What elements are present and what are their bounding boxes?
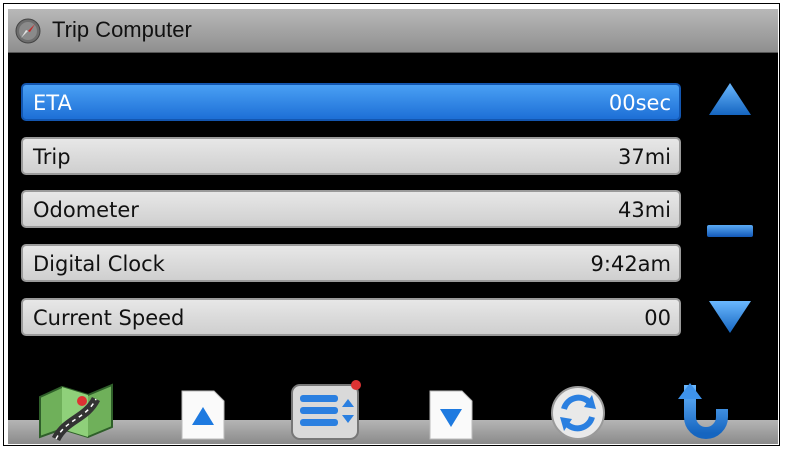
row-value: 9:42am [590, 252, 671, 276]
bottom-toolbar [8, 367, 778, 444]
toolbar-strip [8, 420, 778, 444]
row-value: 00 [644, 306, 671, 330]
row-label: Digital Clock [33, 252, 165, 276]
page-down-icon[interactable] [428, 389, 474, 441]
trip-computer-screen: Trip Computer ETA 00sec Trip 37mi Odomet… [8, 9, 778, 444]
row-value: 37mi [617, 145, 671, 169]
title-bar: Trip Computer [8, 9, 778, 53]
page-title: Trip Computer [52, 17, 192, 42]
compass-icon [15, 18, 41, 44]
row-label: Current Speed [33, 306, 185, 330]
back-arrow-icon[interactable] [676, 381, 736, 441]
menu-list-icon[interactable] [290, 379, 364, 441]
row-label: Odometer [33, 198, 139, 222]
row-value: 00sec [608, 91, 671, 115]
map-icon[interactable] [36, 379, 116, 441]
row-trip[interactable]: Trip 37mi [21, 137, 681, 175]
row-eta[interactable]: ETA 00sec [21, 83, 681, 121]
scrollbar-thumb[interactable] [707, 222, 753, 240]
refresh-icon[interactable] [548, 385, 608, 441]
down-arrow-icon[interactable] [707, 299, 753, 335]
row-value: 43mi [617, 198, 671, 222]
up-arrow-icon[interactable] [707, 81, 753, 117]
row-odometer[interactable]: Odometer 43mi [21, 190, 681, 228]
row-label: ETA [33, 91, 72, 115]
row-current-speed[interactable]: Current Speed 00 [21, 298, 681, 336]
page-up-icon[interactable] [180, 389, 226, 441]
row-label: Trip [33, 145, 71, 169]
row-digital-clock[interactable]: Digital Clock 9:42am [21, 244, 681, 282]
